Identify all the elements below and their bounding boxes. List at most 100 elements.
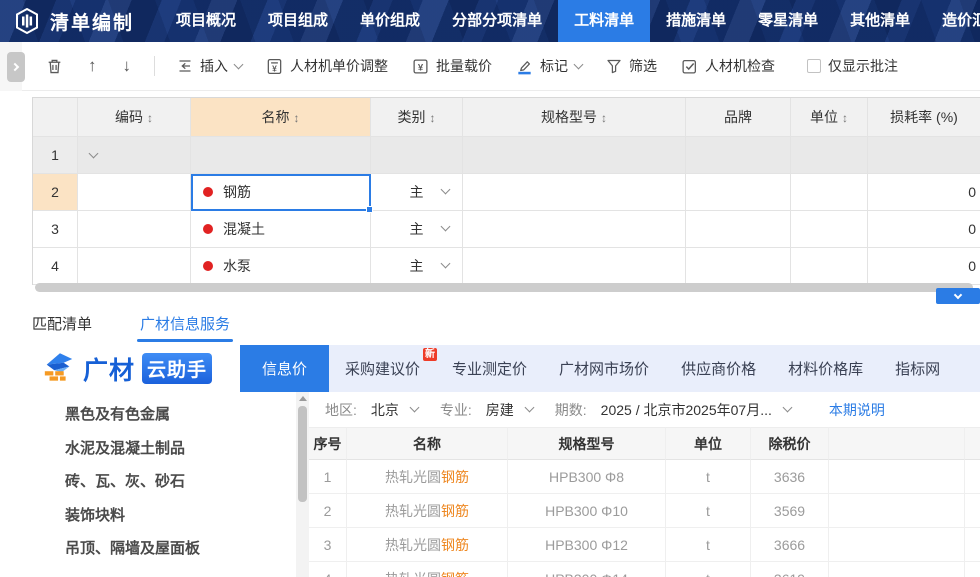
nav-item-cost-summary[interactable]: 造价汇总 xyxy=(926,0,980,42)
nav-item-misc-list[interactable]: 零星清单 xyxy=(742,0,834,42)
period-note-link[interactable]: 本期说明 xyxy=(829,400,885,420)
nav-item-project-composition[interactable]: 项目组成 xyxy=(252,0,344,42)
column-header-brand[interactable]: 品牌 xyxy=(686,98,791,137)
move-down-button[interactable]: ↓ xyxy=(110,56,145,76)
chevron-down-icon[interactable] xyxy=(524,403,534,413)
resource-check-button[interactable]: 人材机检查 xyxy=(669,56,787,76)
sort-icon[interactable] xyxy=(597,109,607,125)
row-number[interactable]: 2 xyxy=(33,174,78,211)
column-header-spec[interactable]: 规格型号 xyxy=(463,98,686,137)
price-row[interactable]: 3 热轧光圆钢筋 HPB300 Φ12 t 3666 xyxy=(309,528,980,562)
insert-button[interactable]: 插入 xyxy=(165,56,254,76)
tab-match-list[interactable]: 匹配清单 xyxy=(32,313,92,334)
only-annotations-checkbox[interactable] xyxy=(807,59,821,73)
code-cell[interactable] xyxy=(78,174,191,211)
unit-cell[interactable] xyxy=(791,248,868,285)
code-cell[interactable] xyxy=(78,137,191,174)
spec-cell[interactable] xyxy=(463,174,686,211)
row-number-header[interactable] xyxy=(33,98,78,137)
chevron-down-icon[interactable] xyxy=(89,148,99,158)
chevron-down-icon[interactable] xyxy=(409,403,419,413)
price-row[interactable]: 1 热轧光圆钢筋 HPB300 Φ8 t 3636 xyxy=(309,460,980,494)
code-cell[interactable] xyxy=(78,211,191,248)
sidebar-item-ferrous-metals[interactable]: 黑色及有色金属 xyxy=(65,398,296,432)
price-adjust-button[interactable]: ¥ 人材机单价调整 xyxy=(254,56,400,76)
scroll-up-arrow-icon[interactable] xyxy=(299,396,307,401)
loss-rate-cell[interactable]: 0 xyxy=(868,248,980,285)
column-header-code[interactable]: 编码 xyxy=(78,98,191,137)
nav-item-project-overview[interactable]: 项目概况 xyxy=(160,0,252,42)
sidebar-item-brick-tile-sand[interactable]: 砖、瓦、灰、砂石 xyxy=(65,465,296,499)
horizontal-scrollbar[interactable] xyxy=(32,283,980,292)
only-annotations-toggle[interactable]: 仅显示批注 xyxy=(795,56,910,76)
chevron-down-icon[interactable] xyxy=(441,259,451,269)
sidebar-item-decorative-blocks[interactable]: 装饰块料 xyxy=(65,499,296,533)
nav-item-unit-price-composition[interactable]: 单价组成 xyxy=(344,0,436,42)
category-cell[interactable] xyxy=(371,137,463,174)
tab-gc-info-service[interactable]: 广材信息服务 xyxy=(140,313,230,334)
sort-icon[interactable] xyxy=(838,109,848,125)
sidebar-expand-button[interactable] xyxy=(7,52,25,82)
vertical-scrollbar[interactable] xyxy=(296,392,309,577)
brand-cell[interactable] xyxy=(686,137,791,174)
name-cell[interactable] xyxy=(191,137,371,174)
sort-icon[interactable] xyxy=(143,109,153,125)
name-cell[interactable]: 水泵 xyxy=(191,248,371,285)
gc-tab-index-network[interactable]: 指标网 xyxy=(879,345,956,392)
column-header-loss-rate[interactable]: 损耗率 (%) xyxy=(868,98,980,137)
nav-item-subsection-list[interactable]: 分部分项清单 xyxy=(436,0,558,42)
mark-button[interactable]: 标记 xyxy=(504,56,594,76)
category-cell[interactable]: 主 xyxy=(371,248,463,285)
gc-tab-info-price[interactable]: 信息价 xyxy=(240,345,329,392)
spec-cell[interactable] xyxy=(463,137,686,174)
name-cell[interactable]: 钢筋 xyxy=(191,174,371,211)
gc-tab-professional-price[interactable]: 专业测定价 xyxy=(436,345,543,392)
scrollbar-thumb[interactable] xyxy=(298,406,307,502)
sidebar-item-ceiling-partition[interactable]: 吊顶、隔墙及屋面板 xyxy=(65,532,296,566)
nav-item-measures-list[interactable]: 措施清单 xyxy=(650,0,742,42)
chevron-down-icon[interactable] xyxy=(782,403,792,413)
sidebar-item-cement-concrete[interactable]: 水泥及混凝土制品 xyxy=(65,432,296,466)
unit-cell[interactable] xyxy=(791,211,868,248)
loss-rate-cell[interactable] xyxy=(868,137,980,174)
scrollbar-thumb[interactable] xyxy=(35,283,973,292)
brand-cell[interactable] xyxy=(686,174,791,211)
batch-load-price-button[interactable]: ¥ 批量载价 xyxy=(400,56,504,76)
region-select[interactable]: 北京 xyxy=(371,400,399,420)
loss-rate-cell[interactable]: 0 xyxy=(868,211,980,248)
column-header-name[interactable]: 名称 xyxy=(191,98,371,137)
nav-item-material-list[interactable]: 工料清单 xyxy=(558,0,650,42)
spec-cell[interactable] xyxy=(463,211,686,248)
nav-item-other-list[interactable]: 其他清单 xyxy=(834,0,926,42)
fill-handle[interactable] xyxy=(366,206,373,213)
chevron-down-icon[interactable] xyxy=(441,222,451,232)
category-cell[interactable]: 主 xyxy=(371,174,463,211)
period-select[interactable]: 2025 / 北京市2025年07月... xyxy=(601,400,772,420)
gc-tab-supplier-price[interactable]: 供应商价格 xyxy=(665,345,772,392)
brand-cell[interactable] xyxy=(686,211,791,248)
row-number[interactable]: 4 xyxy=(33,248,78,285)
gc-tab-material-price-library[interactable]: 材料价格库 xyxy=(772,345,879,392)
unit-cell[interactable] xyxy=(791,174,868,211)
spec-cell[interactable] xyxy=(463,248,686,285)
row-number[interactable]: 3 xyxy=(33,211,78,248)
price-row[interactable]: 4 热轧光圆钢筋 HPB300 Φ14 t 3619 xyxy=(309,562,980,577)
gc-tab-market-price[interactable]: 广材网市场价 xyxy=(543,345,665,392)
loss-rate-cell[interactable]: 0 xyxy=(868,174,980,211)
code-cell[interactable] xyxy=(78,248,191,285)
gc-tab-purchase-suggestion[interactable]: 采购建议价 新 xyxy=(329,345,436,392)
delete-button[interactable] xyxy=(34,58,75,75)
chevron-down-icon[interactable] xyxy=(441,185,451,195)
filter-button[interactable]: 筛选 xyxy=(594,56,669,76)
name-cell[interactable]: 混凝土 xyxy=(191,211,371,248)
brand-cell[interactable] xyxy=(686,248,791,285)
sort-icon[interactable] xyxy=(290,109,300,125)
panel-collapse-button[interactable] xyxy=(936,288,980,304)
move-up-button[interactable]: ↑ xyxy=(75,56,110,76)
column-header-unit[interactable]: 单位 xyxy=(791,98,868,137)
category-cell[interactable]: 主 xyxy=(371,211,463,248)
major-select[interactable]: 房建 xyxy=(486,400,514,420)
sort-icon[interactable] xyxy=(426,109,436,125)
row-number[interactable]: 1 xyxy=(33,137,78,174)
column-header-category[interactable]: 类别 xyxy=(371,98,463,137)
